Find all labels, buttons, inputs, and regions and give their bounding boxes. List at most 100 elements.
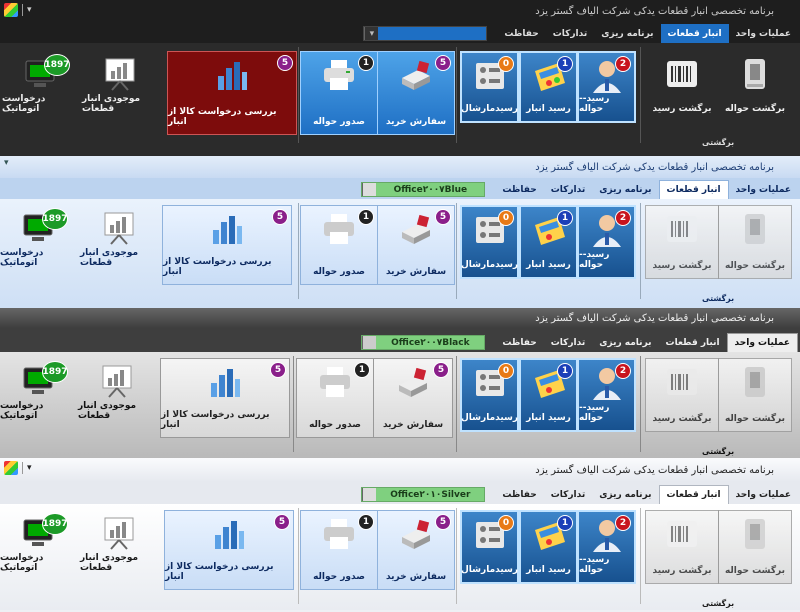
button-label: برگشت رسید — [652, 261, 712, 271]
auto-request-button[interactable]: 1897 درخواست اتوماتیک — [2, 51, 78, 121]
style-selector[interactable]: ▾ — [363, 26, 488, 41]
style-name: Office۲۰۱۰Silver — [390, 489, 471, 500]
review-request-button[interactable]: 5 بررسی درخواست کالا از انبار — [160, 358, 290, 438]
tab-unit-ops[interactable]: عملیات واحد — [729, 24, 798, 43]
issue-note-button[interactable]: 1 صدور حواله — [300, 51, 378, 135]
button-label: رسید انبار — [526, 413, 571, 423]
warehouse-receipt-button[interactable]: 1 رسید انبار — [519, 358, 578, 432]
return-issue-button[interactable]: برگشت حواله — [718, 205, 792, 279]
tab-parts-warehouse[interactable]: انبار قطعات — [660, 24, 729, 43]
app-icon[interactable] — [4, 3, 18, 17]
marshal-receipt-button[interactable]: 0 رسیدمارشال — [460, 205, 519, 279]
tab-planning[interactable]: برنامه ریزی — [594, 24, 660, 43]
tab-protection[interactable]: حفاظت — [495, 485, 543, 504]
tab-procurement[interactable]: تدارکات — [544, 180, 593, 199]
review-request-button[interactable]: 5 بررسی درخواست کالا از انبار — [167, 51, 297, 135]
auto-request-button[interactable]: 1897 درخواست اتوماتیک — [0, 510, 76, 580]
style-name: Office۲۰۰۷Black — [391, 337, 470, 348]
count-badge: 1 — [358, 514, 374, 530]
group-separator — [640, 356, 641, 452]
review-request-button[interactable]: 5 بررسی درخواست کالا از انبار — [162, 205, 292, 285]
printer-icon — [324, 60, 354, 90]
ribbon-panel: برگشت حواله برگشت رسید برگشتی 2 رسید-- ح… — [0, 504, 800, 610]
bar-chart-icon — [215, 521, 244, 549]
barcode-icon — [667, 521, 697, 547]
issue-note-button[interactable]: 1 صدور حواله — [300, 510, 378, 590]
tab-planning[interactable]: برنامه ریزی — [592, 333, 658, 352]
return-receipt-button[interactable]: برگشت رسید — [645, 205, 719, 279]
warehouse-receipt-button[interactable]: 1 رسید انبار — [519, 510, 578, 584]
tab-unit-ops[interactable]: عملیات واحد — [729, 485, 798, 504]
warehouse-receipt-button[interactable]: 1 رسید انبار — [519, 205, 578, 279]
theme-silver-section: ▾ برنامه تخصصی انبار قطعات یدکی شرکت الی… — [0, 458, 800, 612]
tab-procurement[interactable]: تدارکات — [546, 24, 595, 43]
auto-request-button[interactable]: 1897 درخواست اتوماتیک — [0, 205, 76, 275]
barcode-icon — [667, 61, 697, 87]
style-selector[interactable]: Office۲۰۱۰Silver — [361, 487, 486, 502]
tab-protection[interactable]: حفاظت — [497, 24, 545, 43]
button-label: موجودی انبار قطعات — [82, 94, 141, 114]
tab-planning[interactable]: برنامه ریزی — [592, 485, 658, 504]
count-badge: 1897 — [42, 361, 68, 383]
tab-procurement[interactable]: تدارکات — [544, 485, 593, 504]
ribbon-tabs: عملیات واحد انبار قطعات برنامه ریزی تدار… — [0, 482, 800, 504]
receipt-issue-button[interactable]: 2 رسید-- حواله — [577, 358, 636, 432]
tab-protection[interactable]: حفاظت — [495, 333, 543, 352]
purchase-order-button[interactable]: 5 سفارش خرید — [377, 51, 455, 135]
button-label: صدور حواله — [313, 117, 365, 127]
button-label: برگشت رسید — [652, 566, 712, 576]
purchase-order-button[interactable]: 5 سفارش خرید — [377, 205, 455, 285]
qat-dropdown-icon[interactable]: ▾ — [27, 5, 32, 15]
review-request-button[interactable]: 5 بررسی درخواست کالا از انبار — [164, 510, 294, 590]
button-label: صدور حواله — [313, 572, 365, 582]
parts-inventory-button[interactable]: موجودی انبار قطعات — [82, 51, 158, 121]
tab-procurement[interactable]: تدارکات — [544, 333, 593, 352]
parts-inventory-button[interactable]: موجودی انبار قطعات — [80, 510, 158, 580]
button-label: موجودی انبار قطعات — [78, 401, 137, 421]
qat-dropdown-icon[interactable]: ▾ — [4, 159, 9, 168]
warehouse-receipt-button[interactable]: 1 رسید انبار — [519, 51, 578, 123]
style-selector[interactable]: Office۲۰۰۷Black — [361, 335, 486, 350]
receipt-issue-button[interactable]: 2 رسید-- حواله — [577, 205, 636, 279]
tab-unit-ops[interactable]: عملیات واحد — [726, 333, 798, 352]
receipt-issue-button[interactable]: 2 رسید-- حواله — [577, 51, 636, 123]
return-issue-button[interactable]: برگشت حواله — [718, 358, 792, 432]
return-issue-button[interactable]: برگشت حواله — [718, 51, 792, 121]
count-badge: 5 — [435, 55, 451, 71]
parts-inventory-button[interactable]: موجودی انبار قطعات — [80, 205, 158, 275]
qat-dropdown-icon[interactable]: ▾ — [27, 463, 32, 473]
marshal-receipt-button[interactable]: 0 رسیدمارشال — [460, 51, 519, 123]
title-bar: ▾ برنامه تخصصی انبار قطعات یدکی شرکت الی… — [0, 156, 800, 178]
app-icon[interactable] — [4, 461, 18, 475]
group-separator — [293, 356, 294, 452]
tab-parts-warehouse[interactable]: انبار قطعات — [659, 333, 727, 352]
marshal-receipt-button[interactable]: 0 رسیدمارشال — [460, 358, 519, 432]
return-receipt-button[interactable]: برگشت رسید — [645, 51, 719, 121]
return-issue-button[interactable]: برگشت حواله — [718, 510, 792, 584]
return-receipt-button[interactable]: برگشت رسید — [645, 358, 719, 432]
purchase-order-button[interactable]: 5 سفارش خرید — [373, 358, 453, 438]
receipt-issue-button[interactable]: 2 رسید-- حواله — [577, 510, 636, 584]
issue-note-button[interactable]: 1 صدور حواله — [300, 205, 378, 285]
tab-parts-warehouse[interactable]: انبار قطعات — [658, 485, 729, 504]
auto-request-button[interactable]: 1897 درخواست اتوماتیک — [0, 358, 76, 428]
tab-unit-ops[interactable]: عملیات واحد — [729, 180, 798, 199]
group-separator — [456, 508, 457, 604]
tab-protection[interactable]: حفاظت — [495, 180, 543, 199]
purchase-order-button[interactable]: 5 سفارش خرید — [377, 510, 455, 590]
count-badge: 0 — [498, 56, 514, 72]
tab-parts-warehouse[interactable]: انبار قطعات — [658, 180, 729, 199]
parts-inventory-button[interactable]: موجودی انبار قطعات — [78, 358, 156, 428]
style-selector[interactable]: Office۲۰۰۷Blue — [361, 182, 486, 197]
return-receipt-button[interactable]: برگشت رسید — [645, 510, 719, 584]
presentation-icon — [104, 517, 134, 550]
app-title: برنامه تخصصی انبار قطعات یدکی شرکت الیاف… — [535, 161, 774, 173]
tab-planning[interactable]: برنامه ریزی — [592, 180, 658, 199]
count-badge: 1897 — [42, 208, 68, 230]
button-label: رسید انبار — [526, 260, 571, 270]
count-badge: 5 — [274, 514, 290, 530]
issue-note-button[interactable]: 1 صدور حواله — [296, 358, 374, 438]
button-label: سفارش خرید — [385, 572, 447, 582]
marshal-receipt-button[interactable]: 0 رسیدمارشال — [460, 510, 519, 584]
count-badge: 1 — [557, 56, 573, 72]
